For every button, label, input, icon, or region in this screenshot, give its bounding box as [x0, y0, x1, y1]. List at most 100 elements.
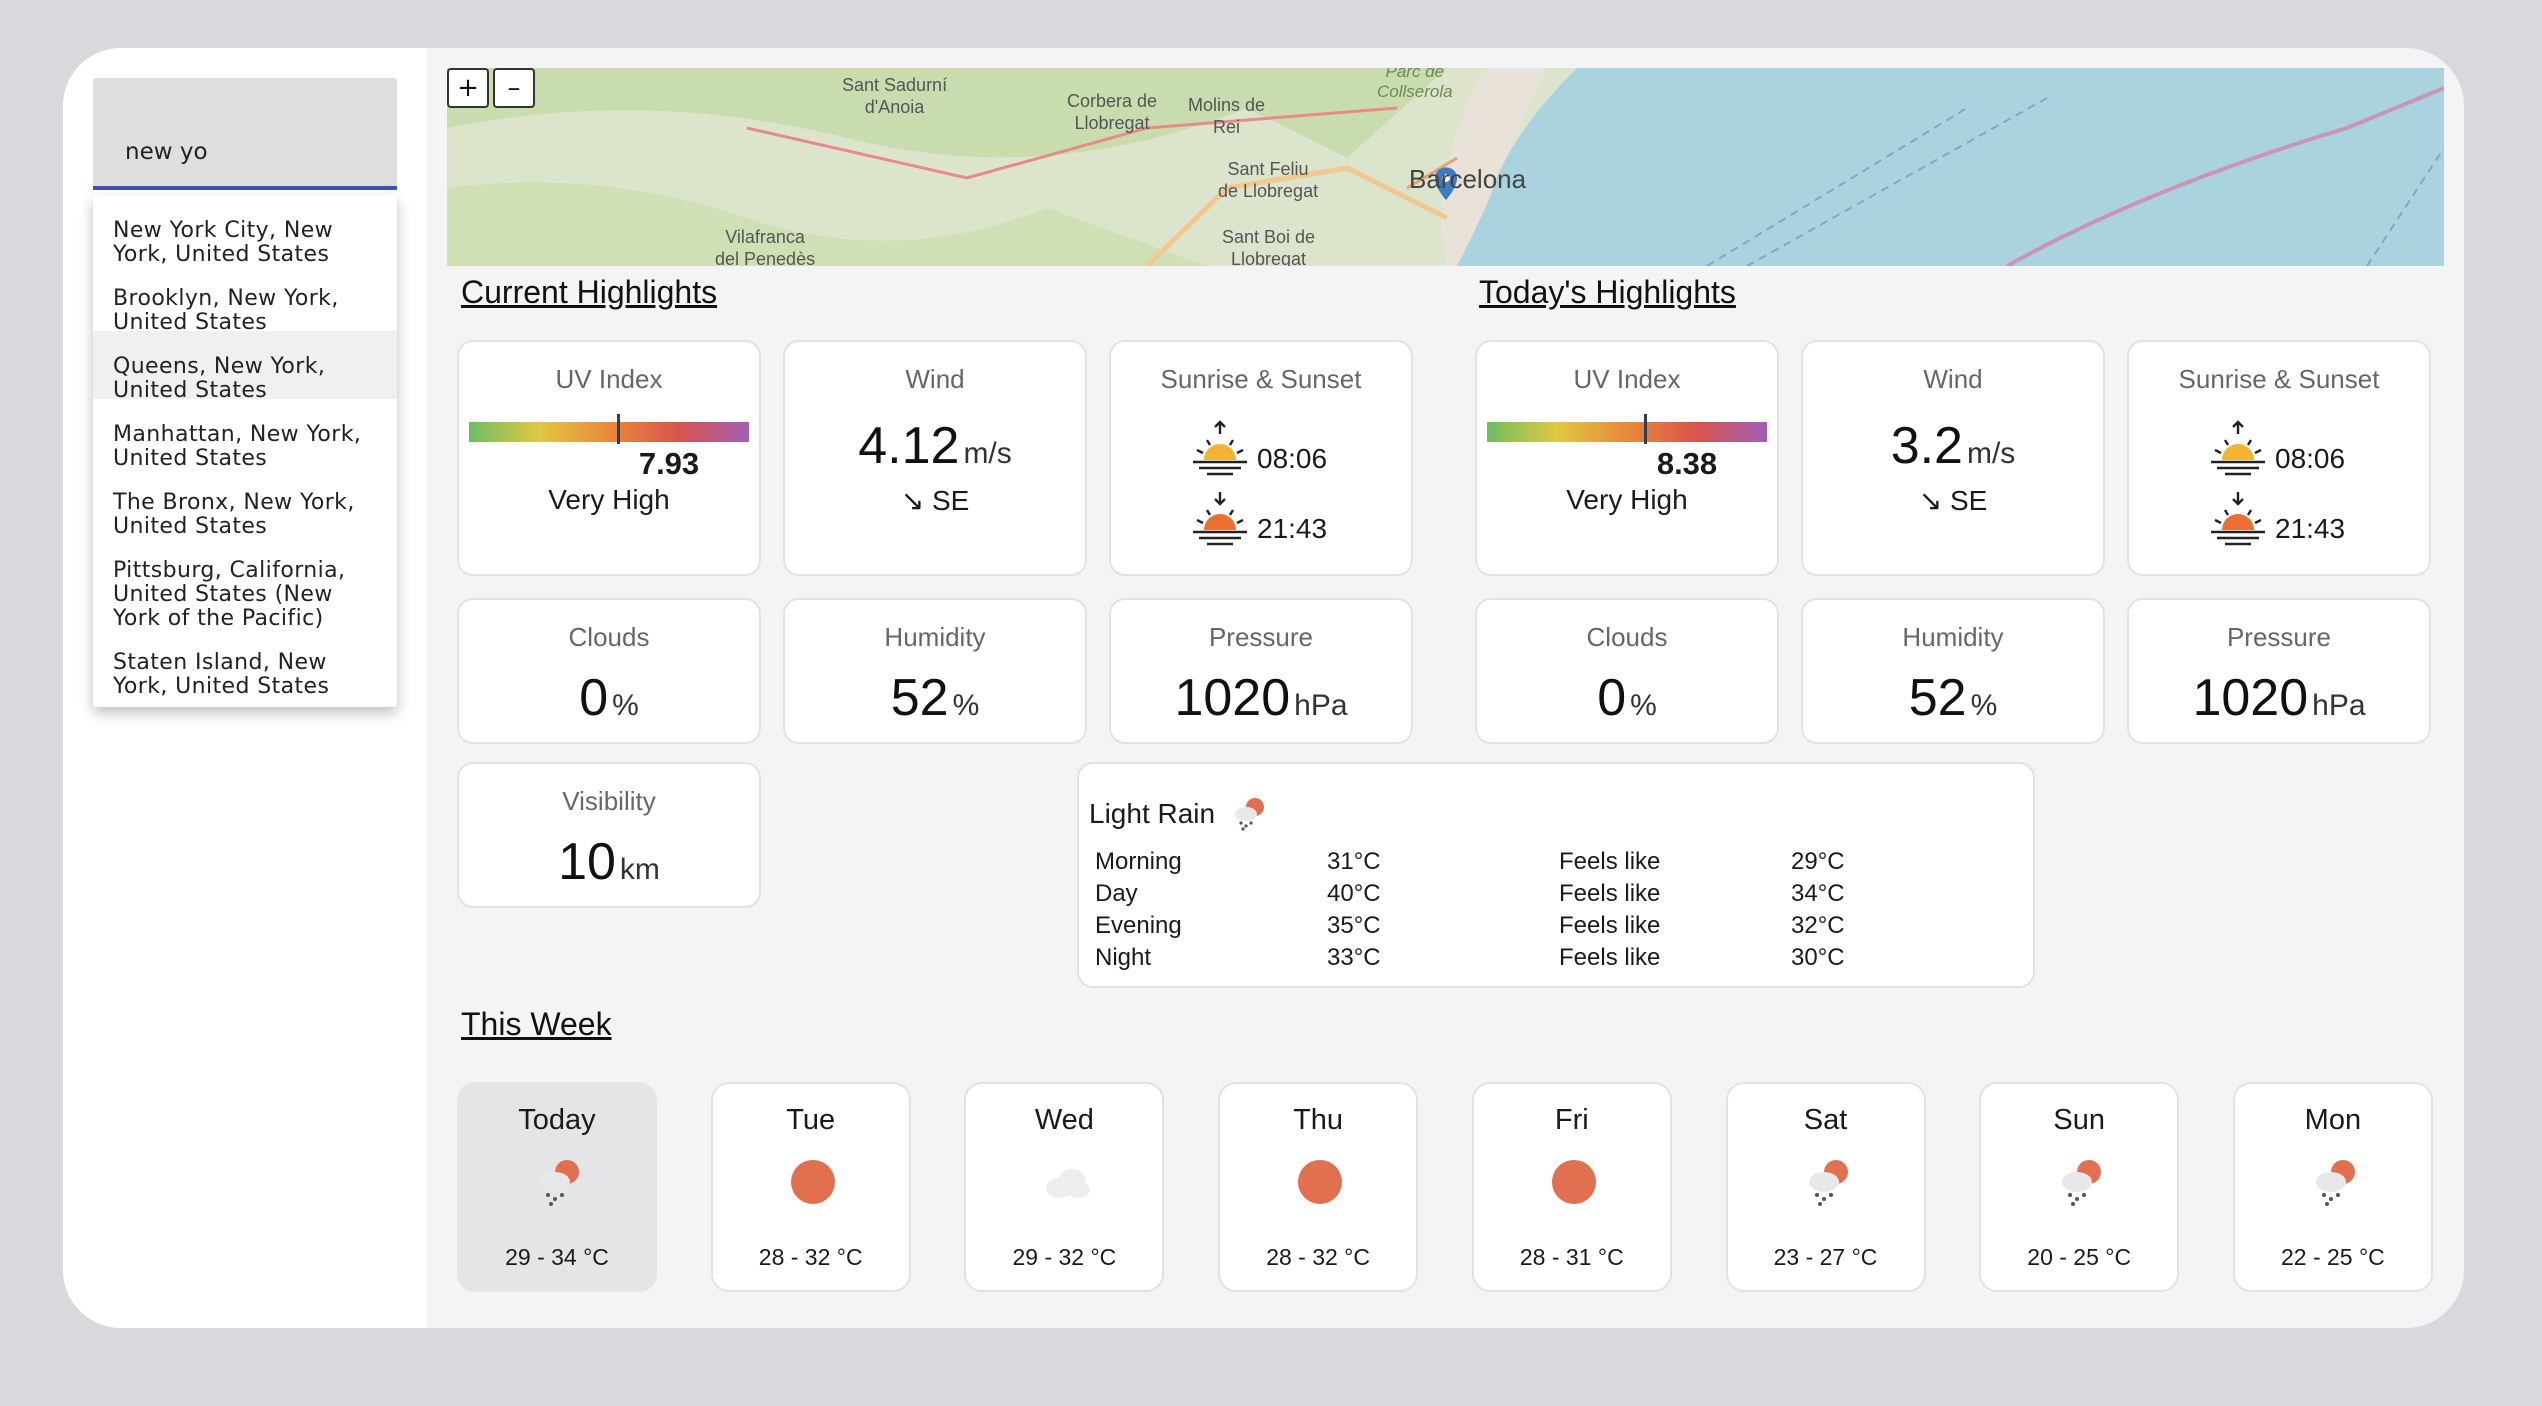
card-title: Humidity — [1902, 622, 2004, 652]
day-name: Sun — [2053, 1104, 2105, 1136]
suggestion-line: The Bronx, New York, — [113, 490, 355, 515]
sunset-time: 21:43 — [2275, 513, 2346, 544]
search-input[interactable] — [93, 78, 397, 186]
card-title: Visibility — [562, 786, 656, 816]
clouds-unit: % — [612, 689, 639, 722]
feels-like-temp: 30°C — [1791, 944, 1845, 971]
day-temp-range: 29 - 32 °C — [1012, 1244, 1117, 1270]
humidity-value: 52 — [890, 669, 949, 727]
day-card-sat[interactable]: Sat 23 - 27 °C — [1725, 1082, 1926, 1292]
todays-highlights-title: Today's Highlights — [1479, 274, 1736, 310]
condition-label: Light Rain — [1089, 798, 1216, 829]
map-label: Vilafranca del Penedès — [715, 227, 816, 266]
day-temp-range: 28 - 31 °C — [1519, 1244, 1624, 1270]
day-card-mon[interactable]: Mon 22 - 25 °C — [2232, 1082, 2433, 1292]
day-temp-range: 28 - 32 °C — [1266, 1244, 1370, 1270]
sunset-row: 21:43 — [2207, 490, 2345, 546]
day-name: Wed — [1034, 1104, 1094, 1136]
today-wind-card: Wind 3.2 m/s ↘ SE — [1801, 340, 2105, 576]
suggestion-item[interactable]: New York City, New York, United States — [93, 195, 397, 267]
app-window: New York City, New York, United States B… — [63, 48, 2464, 1328]
feels-like-label: Feels like — [1559, 944, 1661, 971]
sunrise-icon — [1193, 420, 1247, 476]
humidity-unit: % — [952, 689, 980, 722]
search-field[interactable] — [93, 78, 397, 190]
suggestion-line: United States (New — [113, 582, 333, 607]
forecast-temp: 35°C — [1327, 912, 1381, 939]
sunrise-icon — [2211, 420, 2265, 476]
day-temp-range: 29 - 34 °C — [505, 1244, 609, 1270]
uv-scale-bar — [1487, 422, 1767, 442]
card-title: Clouds — [1586, 622, 1668, 652]
humidity-reading: 52% — [1803, 668, 2103, 728]
day-card-today[interactable]: Today 29 - 34 °C — [457, 1082, 657, 1292]
forecast-temp: 31°C — [1327, 848, 1381, 875]
wind-unit: m/s — [963, 437, 1012, 470]
day-name: Sat — [1803, 1104, 1848, 1136]
map-label: Corbera de Llobregat — [1067, 91, 1158, 133]
forecast-condition: Light Rain — [1089, 794, 1269, 834]
map-label: Sant Boi de Llobregat — [1222, 227, 1316, 266]
suggestion-item[interactable]: Brooklyn, New York, United States — [93, 263, 397, 335]
day-card-fri[interactable]: Fri 28 - 31 °C — [1471, 1082, 1672, 1292]
day-name: Fri — [1554, 1104, 1589, 1136]
suggestion-item[interactable]: Queens, New York, United States — [93, 331, 397, 403]
zoom-in-button[interactable]: + — [447, 68, 489, 108]
card-title: Wind — [1923, 364, 1983, 394]
suggestion-line: New York City, New — [113, 218, 334, 243]
today-sun-card: Sunrise & Sunset 08:06 21:43 — [2127, 340, 2431, 576]
uv-marker — [1643, 414, 1647, 444]
card-title: Pressure — [2226, 622, 2332, 652]
day-temp-range: 23 - 27 °C — [1773, 1244, 1878, 1270]
light-rain-icon — [1800, 1154, 1856, 1210]
card-title: Sunrise & Sunset — [2178, 364, 2380, 394]
current-pressure-card: Pressure 1020 hPa — [1109, 598, 1413, 744]
pressure-value: 1020 — [2192, 669, 2309, 727]
sunset-row: 21:43 — [1189, 490, 1327, 546]
today-clouds-card: Clouds 0% — [1475, 598, 1779, 744]
suggestion-item[interactable]: Pittsburg, California, United States (Ne… — [93, 535, 397, 631]
uv-level: Very High — [1566, 484, 1688, 515]
clouds-reading: 0% — [1477, 668, 1777, 728]
forecast-temp: 33°C — [1327, 944, 1381, 971]
sunset-icon — [2211, 492, 2265, 546]
current-highlights-title: Current Highlights — [461, 274, 718, 310]
forecast-temp: 40°C — [1327, 880, 1381, 907]
feels-like-label: Feels like — [1559, 848, 1661, 875]
map-zoom-controls: + – — [447, 68, 535, 108]
sun-icon — [1546, 1154, 1602, 1210]
map-label: Sant Sadurní d'Anoia — [842, 75, 948, 117]
day-card-tue[interactable]: Tue 28 - 32 °C — [710, 1082, 911, 1292]
suggestion-item[interactable]: The Bronx, New York, United States — [93, 467, 397, 539]
feels-like-temp: 29°C — [1791, 848, 1845, 875]
location-map[interactable]: Sant Sadurní d'Anoia Corbera de Llobregat … — [447, 68, 2444, 266]
pressure-value: 1020 — [1174, 669, 1291, 727]
clouds-reading: 0% — [459, 668, 759, 728]
sun-icon — [1292, 1154, 1348, 1210]
suggestion-line: Pittsburg, California, — [113, 558, 346, 583]
card-title: Sunrise & Sunset — [1160, 364, 1362, 394]
day-card-wed[interactable]: Wed 29 - 32 °C — [964, 1082, 1165, 1292]
visibility-unit: km — [619, 853, 660, 886]
day-name: Mon — [2304, 1104, 2362, 1136]
suggestion-item[interactable]: Manhattan, New York, United States — [93, 399, 397, 471]
sunset-time: 21:43 — [1257, 513, 1328, 544]
wind-direction: ↘ SE — [900, 485, 970, 516]
wind-direction: ↘ SE — [1918, 485, 1988, 516]
humidity-value: 52 — [1908, 669, 1967, 727]
wind-speed: 3.2 m/s — [1803, 416, 2103, 476]
card-title: UV Index — [555, 364, 663, 394]
zoom-out-button[interactable]: – — [493, 68, 535, 108]
pressure-reading: 1020 hPa — [1111, 668, 1411, 728]
visibility-value: 10 — [558, 833, 616, 891]
day-card-sun[interactable]: Sun 20 - 25 °C — [1979, 1082, 2180, 1292]
day-card-thu[interactable]: Thu 28 - 32 °C — [1218, 1082, 1419, 1292]
pressure-unit: hPa — [1294, 689, 1348, 722]
sunset-icon — [1193, 492, 1247, 546]
sunrise-time: 08:06 — [2275, 443, 2346, 474]
current-uv-card: UV Index 7.93 Very High — [457, 340, 761, 576]
suggestion-item[interactable]: Staten Island, New York, United States — [93, 627, 397, 699]
light-rain-icon — [531, 1154, 587, 1210]
pressure-reading: 1020 hPa — [2129, 668, 2429, 728]
today-pressure-card: Pressure 1020 hPa — [2127, 598, 2431, 744]
